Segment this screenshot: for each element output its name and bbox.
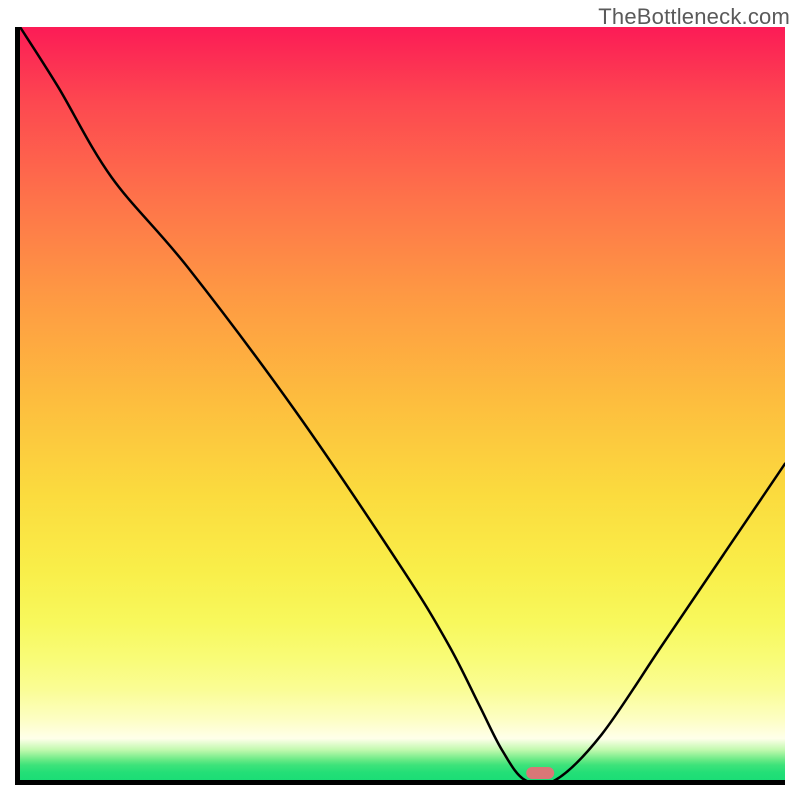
watermark-text: TheBottleneck.com [598, 4, 790, 30]
curve-svg [20, 27, 785, 780]
bottleneck-curve [20, 27, 785, 780]
optimal-marker [526, 767, 554, 779]
plot-frame [15, 27, 785, 785]
chart-container: TheBottleneck.com [0, 0, 800, 800]
